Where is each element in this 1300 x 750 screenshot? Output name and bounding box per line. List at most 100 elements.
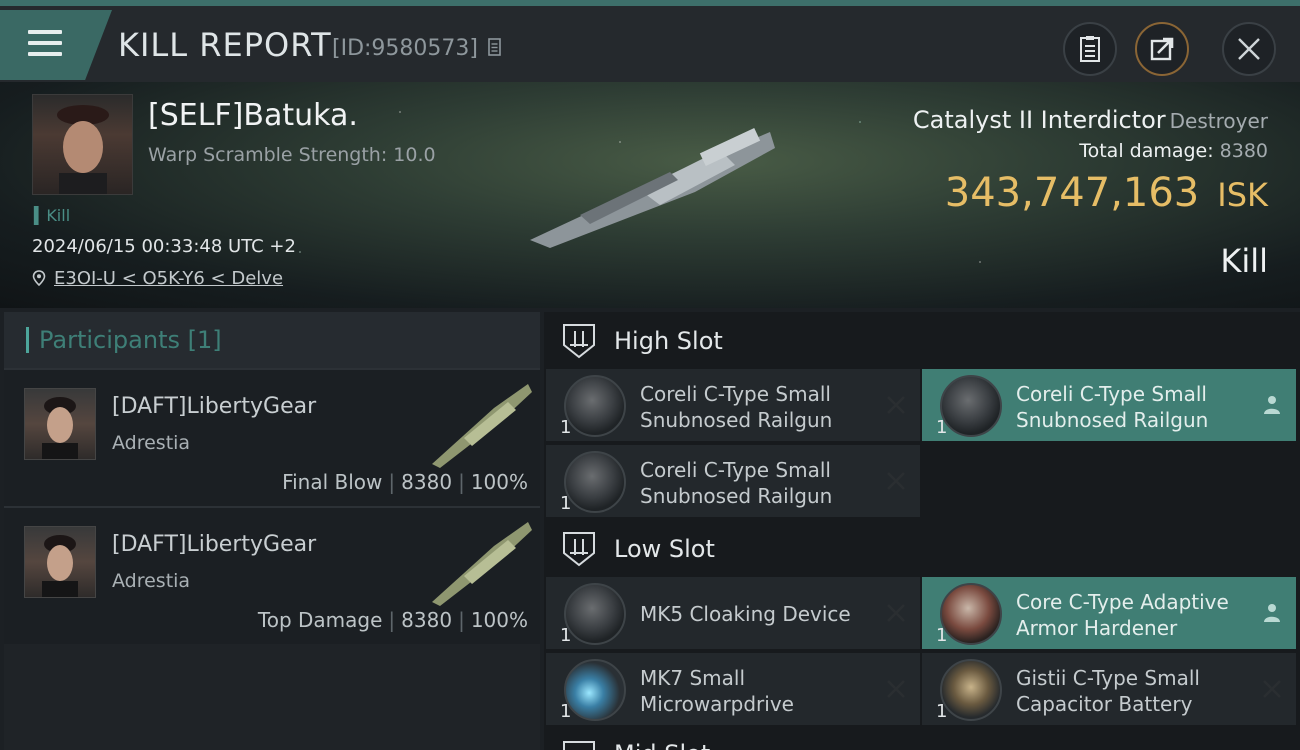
participant-role: Final Blow — [282, 470, 383, 494]
module-quantity: 1 — [936, 701, 948, 722]
participant-stats: Top Damage | 8380 | 100% — [257, 608, 528, 632]
isk-value: 343,747,163 ISK — [945, 170, 1268, 216]
railgun-icon — [940, 375, 1002, 437]
module-slot[interactable]: 1 Coreli C-Type Small Snubnosed Railgun — [922, 369, 1296, 441]
high-slot-icon — [563, 324, 595, 359]
location-pin-icon — [32, 270, 46, 286]
share-button[interactable] — [1135, 22, 1189, 76]
module-name: Gistii C-Type Small Capacitor Battery — [1016, 666, 1200, 716]
participant-avatar[interactable] — [24, 388, 96, 460]
participant-percent: 100% — [470, 470, 528, 494]
participant-ship-image — [432, 522, 532, 606]
pilot-portrait-icon — [42, 397, 78, 459]
pilot-portrait-icon — [57, 105, 109, 194]
destroyed-x-icon — [887, 396, 905, 414]
header-bar: KILL REPORT [ID:9580573] — [0, 0, 1300, 82]
module-slot[interactable]: 1 Coreli C-Type Small Snubnosed Railgun — [546, 369, 920, 441]
module-quantity: 1 — [560, 701, 572, 722]
participant-corp: Adrestia — [112, 570, 191, 592]
module-quantity: 1 — [936, 417, 948, 438]
ship-class: Destroyer — [1169, 109, 1268, 133]
module-slot[interactable]: 1 Coreli C-Type Small Snubnosed Railgun — [546, 445, 920, 517]
low-slot-header: Low Slot — [544, 520, 1300, 578]
result-label: Kill — [1220, 242, 1268, 280]
participants-header: Participants [1] — [4, 312, 540, 368]
module-slot[interactable]: 1 Core C-Type Adaptive Armor Hardener — [922, 577, 1296, 649]
high-slot-header: High Slot — [544, 312, 1300, 370]
ship-name: Catalyst II Interdictor — [912, 106, 1166, 134]
module-slot[interactable]: 1 Gistii C-Type Small Capacitor Battery — [922, 653, 1296, 725]
kill-tag: ▍Kill — [34, 206, 71, 225]
pilot-portrait-icon — [42, 535, 78, 597]
clipboard-icon — [1080, 36, 1100, 62]
armor-hardener-icon — [940, 583, 1002, 645]
module-name: Coreli C-Type Small Snubnosed Railgun — [640, 382, 833, 432]
kill-datetime: 2024/06/15 00:33:48 UTC +2 — [32, 236, 296, 257]
destroyed-x-icon — [1263, 680, 1281, 698]
participant-avatar[interactable] — [24, 526, 96, 598]
module-name: Coreli C-Type Small Snubnosed Railgun — [640, 458, 833, 508]
header-accent-bar — [26, 327, 29, 353]
victim-avatar[interactable] — [32, 94, 133, 195]
low-slot-icon — [563, 532, 595, 567]
copy-icon[interactable] — [487, 37, 503, 57]
total-damage-value: 8380 — [1219, 140, 1268, 162]
railgun-icon — [564, 451, 626, 513]
dropped-person-icon — [1264, 604, 1280, 622]
module-quantity: 1 — [560, 625, 572, 646]
participant-corp: Adrestia — [112, 432, 191, 454]
capacitor-battery-icon — [940, 659, 1002, 721]
share-icon — [1150, 37, 1174, 61]
module-quantity: 1 — [560, 493, 572, 514]
isk-amount: 343,747,163 — [944, 170, 1200, 216]
participant-damage: 8380 — [401, 470, 453, 494]
module-quantity: 1 — [560, 417, 572, 438]
location-text: E3OI-U < O5K-Y6 < Delve — [54, 268, 284, 289]
participant-stats: Final Blow | 8380 | 100% — [282, 470, 528, 494]
destroyed-x-icon — [887, 680, 905, 698]
isk-unit: ISK — [1217, 176, 1268, 214]
victim-pilot-name[interactable]: [SELF]Batuka. — [148, 98, 358, 133]
module-slot[interactable]: 1 MK5 Cloaking Device — [546, 577, 920, 649]
victim-banner: [SELF]Batuka. Warp Scramble Strength: 10… — [0, 82, 1300, 308]
menu-button[interactable] — [0, 10, 112, 80]
participants-title: Participants [1] — [39, 326, 222, 354]
total-damage-label: Total damage: — [1079, 140, 1214, 162]
report-id-text: [ID:9580573] — [332, 36, 478, 61]
microwarpdrive-icon — [564, 659, 626, 721]
module-name: MK5 Cloaking Device — [640, 602, 851, 626]
module-slot[interactable]: 1 MK7 Small Microwarpdrive — [546, 653, 920, 725]
module-name: MK7 Small Microwarpdrive — [640, 666, 794, 716]
mid-slot-header: Mid Slot — [544, 732, 1300, 750]
victim-ship-image — [530, 127, 775, 248]
page-title: KILL REPORT — [118, 26, 332, 64]
participant-row[interactable]: [DAFT]LibertyGear Adrestia Top Damage | 83… — [4, 506, 540, 644]
destroyed-x-icon — [887, 472, 905, 490]
total-damage: Total damage: 8380 — [1079, 140, 1268, 162]
report-id[interactable]: [ID:9580573] — [332, 36, 503, 61]
destroyed-x-icon — [887, 604, 905, 622]
module-name: Core C-Type Adaptive Armor Hardener — [1016, 590, 1229, 640]
kill-location[interactable]: E3OI-U < O5K-Y6 < Delve — [32, 268, 283, 289]
participant-percent: 100% — [470, 608, 528, 632]
mid-slot-icon — [563, 741, 595, 750]
cloak-icon — [564, 583, 626, 645]
mid-slot-title: Mid Slot — [614, 740, 710, 750]
dropped-person-icon — [1264, 396, 1280, 414]
fitting-panel: High Slot 1 Coreli C-Type Small Snubnose… — [544, 312, 1300, 750]
module-quantity: 1 — [936, 625, 948, 646]
participant-row[interactable]: [DAFT]LibertyGear Adrestia Final Blow | 83… — [4, 368, 540, 506]
participant-name: [DAFT]LibertyGear — [112, 394, 317, 419]
participant-ship-image — [432, 384, 532, 468]
module-name: Coreli C-Type Small Snubnosed Railgun — [1016, 382, 1209, 432]
hamburger-icon — [28, 30, 62, 58]
high-slot-title: High Slot — [614, 327, 723, 355]
participant-role: Top Damage — [257, 608, 383, 632]
victim-ship[interactable]: Catalyst II Interdictor Destroyer — [913, 106, 1268, 134]
participants-panel: Participants [1] [DAFT]LibertyGear Adres… — [4, 312, 540, 750]
participant-name: [DAFT]LibertyGear — [112, 532, 317, 557]
notes-button[interactable] — [1063, 22, 1117, 76]
close-icon — [1238, 38, 1260, 60]
warp-scramble-strength: Warp Scramble Strength: 10.0 — [148, 144, 436, 166]
close-button[interactable] — [1222, 22, 1276, 76]
